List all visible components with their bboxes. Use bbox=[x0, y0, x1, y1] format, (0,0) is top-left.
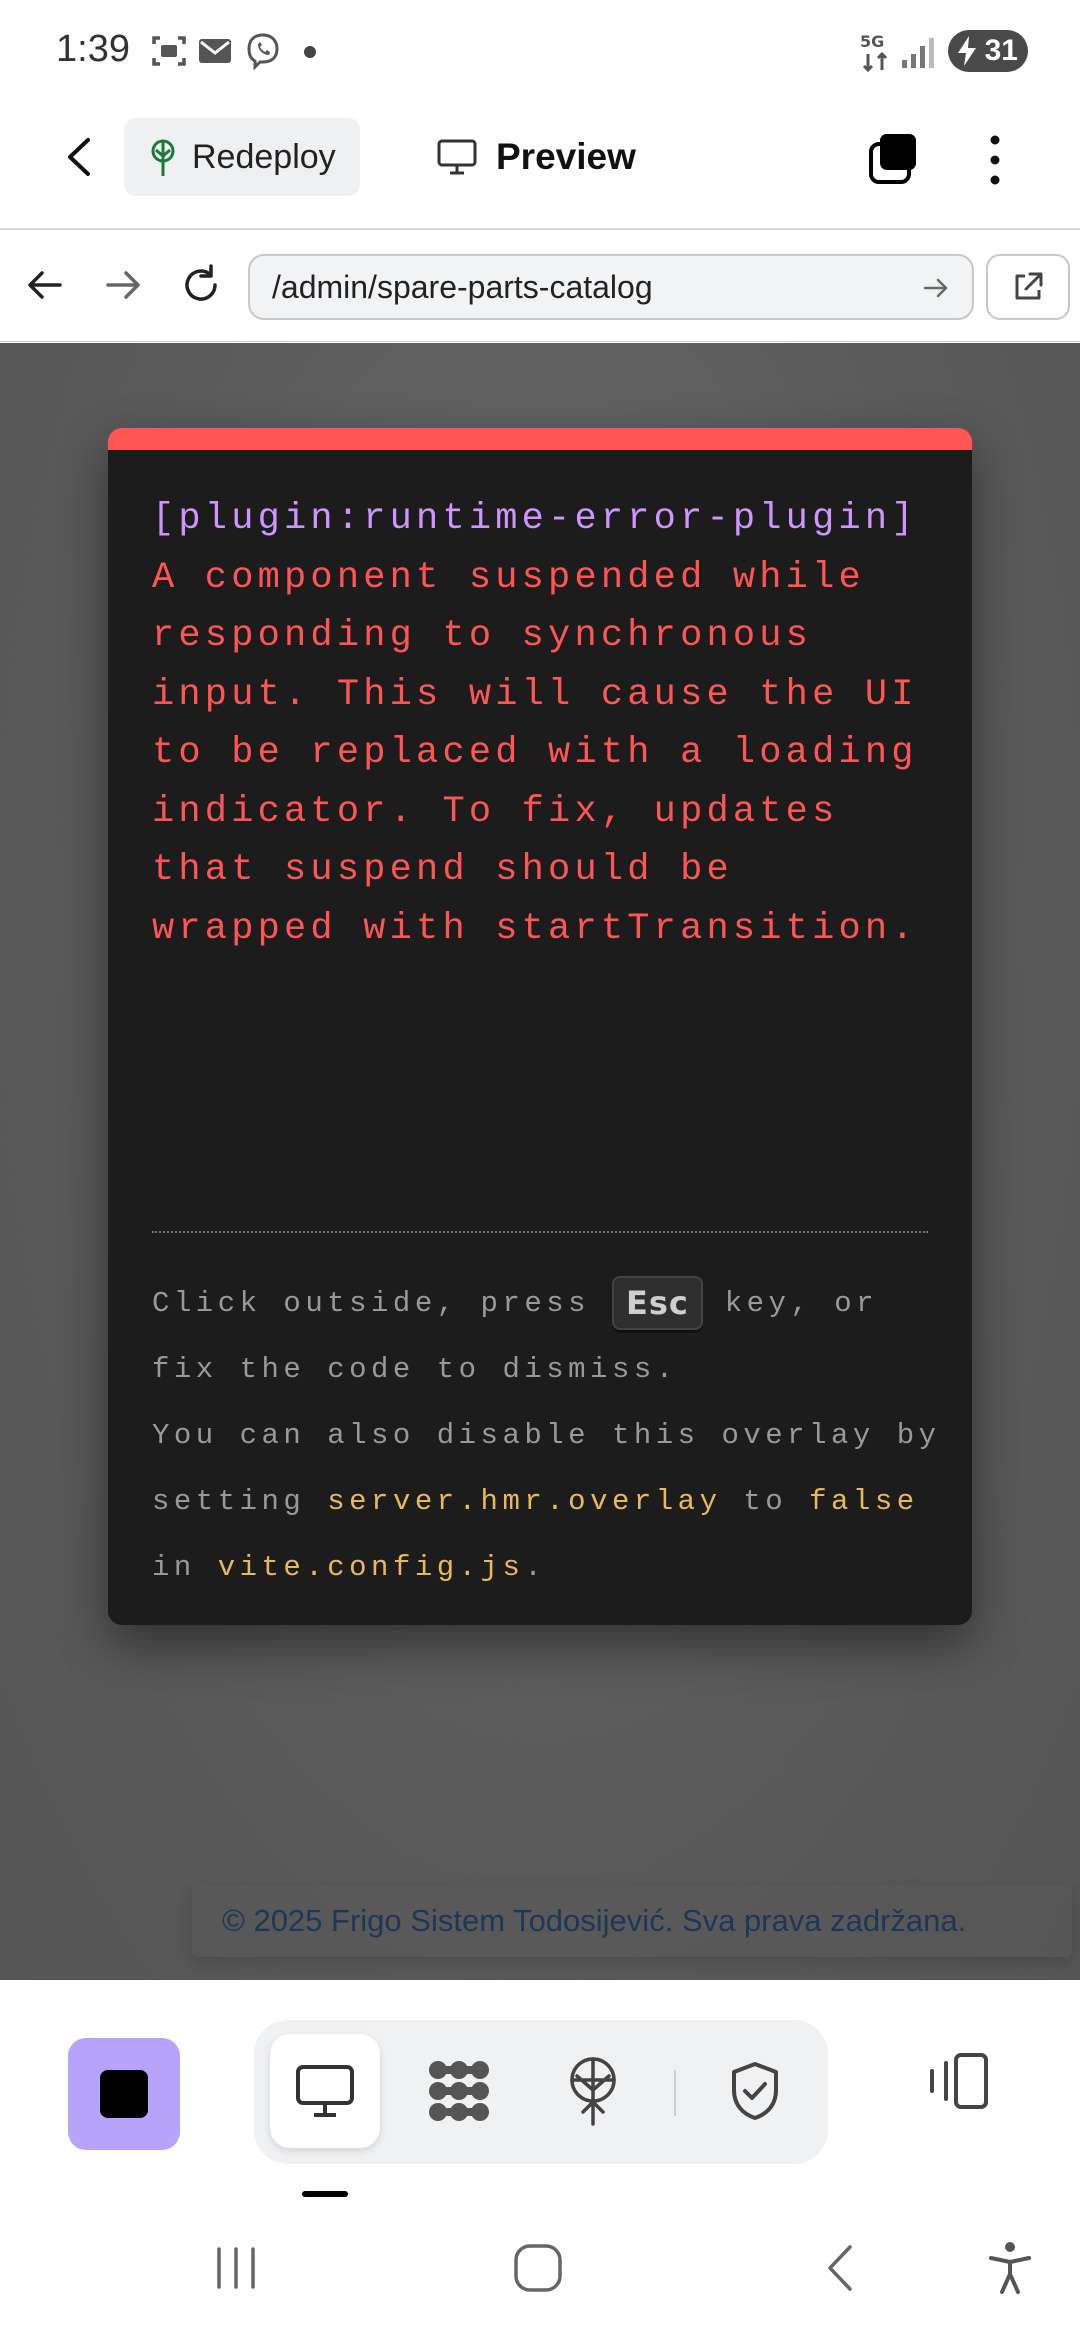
integrations-icon bbox=[429, 2061, 489, 2121]
battery-level: 31 bbox=[984, 34, 1018, 67]
external-link-icon bbox=[1015, 272, 1043, 300]
notification-dot bbox=[304, 46, 316, 58]
code-snippet: server.hmr.overlay bbox=[327, 1485, 722, 1518]
preview-mode-button[interactable] bbox=[270, 2034, 380, 2148]
viber-icon bbox=[247, 33, 279, 70]
error-overlay-card: [plugin:runtime-error-plugin] A componen… bbox=[108, 428, 972, 1625]
monitor-icon bbox=[296, 2065, 354, 2117]
signal-icon bbox=[902, 38, 934, 68]
url-input[interactable]: /admin/spare-parts-catalog bbox=[248, 254, 974, 320]
accessibility-icon bbox=[989, 2242, 1031, 2294]
stop-button[interactable] bbox=[68, 2038, 180, 2150]
view-mode-switcher bbox=[254, 2020, 828, 2164]
error-message-text: A component suspended while responding t… bbox=[152, 556, 918, 950]
tip-text: in bbox=[152, 1551, 218, 1584]
browser-forward-icon[interactable] bbox=[100, 262, 146, 308]
preview-label: Preview bbox=[496, 136, 636, 177]
battery-indicator: 31 bbox=[948, 30, 1028, 72]
recent-apps-button[interactable] bbox=[206, 2238, 266, 2298]
mode-separator bbox=[674, 2070, 676, 2116]
redeploy-button[interactable]: Redeploy bbox=[124, 118, 360, 196]
footer-copyright: © 2025 Frigo Sistem Todosijević. Sva pra… bbox=[192, 1885, 1072, 1957]
accessibility-button[interactable] bbox=[980, 2238, 1040, 2298]
more-options-icon[interactable] bbox=[980, 130, 1010, 190]
security-mode-button[interactable] bbox=[700, 2034, 810, 2148]
home-button[interactable] bbox=[508, 2238, 568, 2298]
tip-text: . bbox=[524, 1551, 547, 1584]
bottom-toolbar bbox=[0, 1980, 1080, 2200]
error-plugin-tag: [plugin:runtime-error-plugin] bbox=[152, 498, 918, 540]
integrations-mode-button[interactable] bbox=[404, 2034, 514, 2148]
mail-icon bbox=[199, 39, 231, 63]
system-back-button[interactable] bbox=[810, 2238, 870, 2298]
deploy-tree-icon bbox=[570, 2057, 616, 2126]
back-button[interactable] bbox=[56, 132, 106, 182]
shield-check-icon bbox=[732, 2062, 778, 2120]
monitor-icon bbox=[437, 139, 477, 175]
recent-apps-icon bbox=[217, 2247, 255, 2289]
browser-back-icon[interactable] bbox=[22, 262, 68, 308]
code-snippet: vite.config.js bbox=[217, 1551, 525, 1584]
open-external-button[interactable] bbox=[986, 254, 1070, 320]
deploy-mode-button[interactable] bbox=[538, 2034, 648, 2148]
stop-icon bbox=[100, 2070, 148, 2118]
app-header: Redeploy Preview bbox=[0, 100, 1080, 230]
esc-key: Esc bbox=[611, 1276, 703, 1331]
error-tip: Click outside, press Esc key, or fix the… bbox=[152, 1271, 942, 1601]
browser-toolbar: /admin/spare-parts-catalog bbox=[0, 232, 1080, 342]
device-size-button[interactable] bbox=[922, 2044, 996, 2118]
network-5g-icon: 5G bbox=[860, 32, 888, 73]
url-text: /admin/spare-parts-catalog bbox=[272, 268, 653, 305]
responsive-devices-icon bbox=[930, 2053, 988, 2109]
tip-text: Click outside, press bbox=[152, 1287, 612, 1320]
redeploy-label: Redeploy bbox=[192, 137, 336, 176]
charging-icon bbox=[958, 36, 976, 66]
tip-text: to bbox=[721, 1485, 810, 1518]
system-nav-bar bbox=[0, 2200, 1080, 2340]
network-label: 5G bbox=[860, 32, 884, 51]
status-bar: 1:39 5G 31 bbox=[0, 0, 1080, 100]
screenshot-icon bbox=[152, 36, 186, 66]
home-icon bbox=[514, 2244, 562, 2292]
error-message: [plugin:runtime-error-plugin] A componen… bbox=[152, 490, 932, 958]
preview-tab[interactable]: Preview bbox=[436, 118, 636, 196]
deploy-tree-icon bbox=[151, 139, 175, 176]
status-time: 1:39 bbox=[56, 28, 130, 70]
reload-icon[interactable] bbox=[178, 262, 224, 308]
back-icon bbox=[828, 2245, 852, 2291]
code-snippet: false bbox=[809, 1485, 919, 1518]
active-mode-indicator bbox=[302, 2191, 348, 2197]
tabs-icon[interactable] bbox=[866, 130, 922, 186]
preview-viewport[interactable]: [plugin:runtime-error-plugin] A componen… bbox=[0, 343, 1080, 1980]
go-arrow-icon[interactable] bbox=[920, 272, 952, 304]
error-divider bbox=[152, 1231, 928, 1233]
